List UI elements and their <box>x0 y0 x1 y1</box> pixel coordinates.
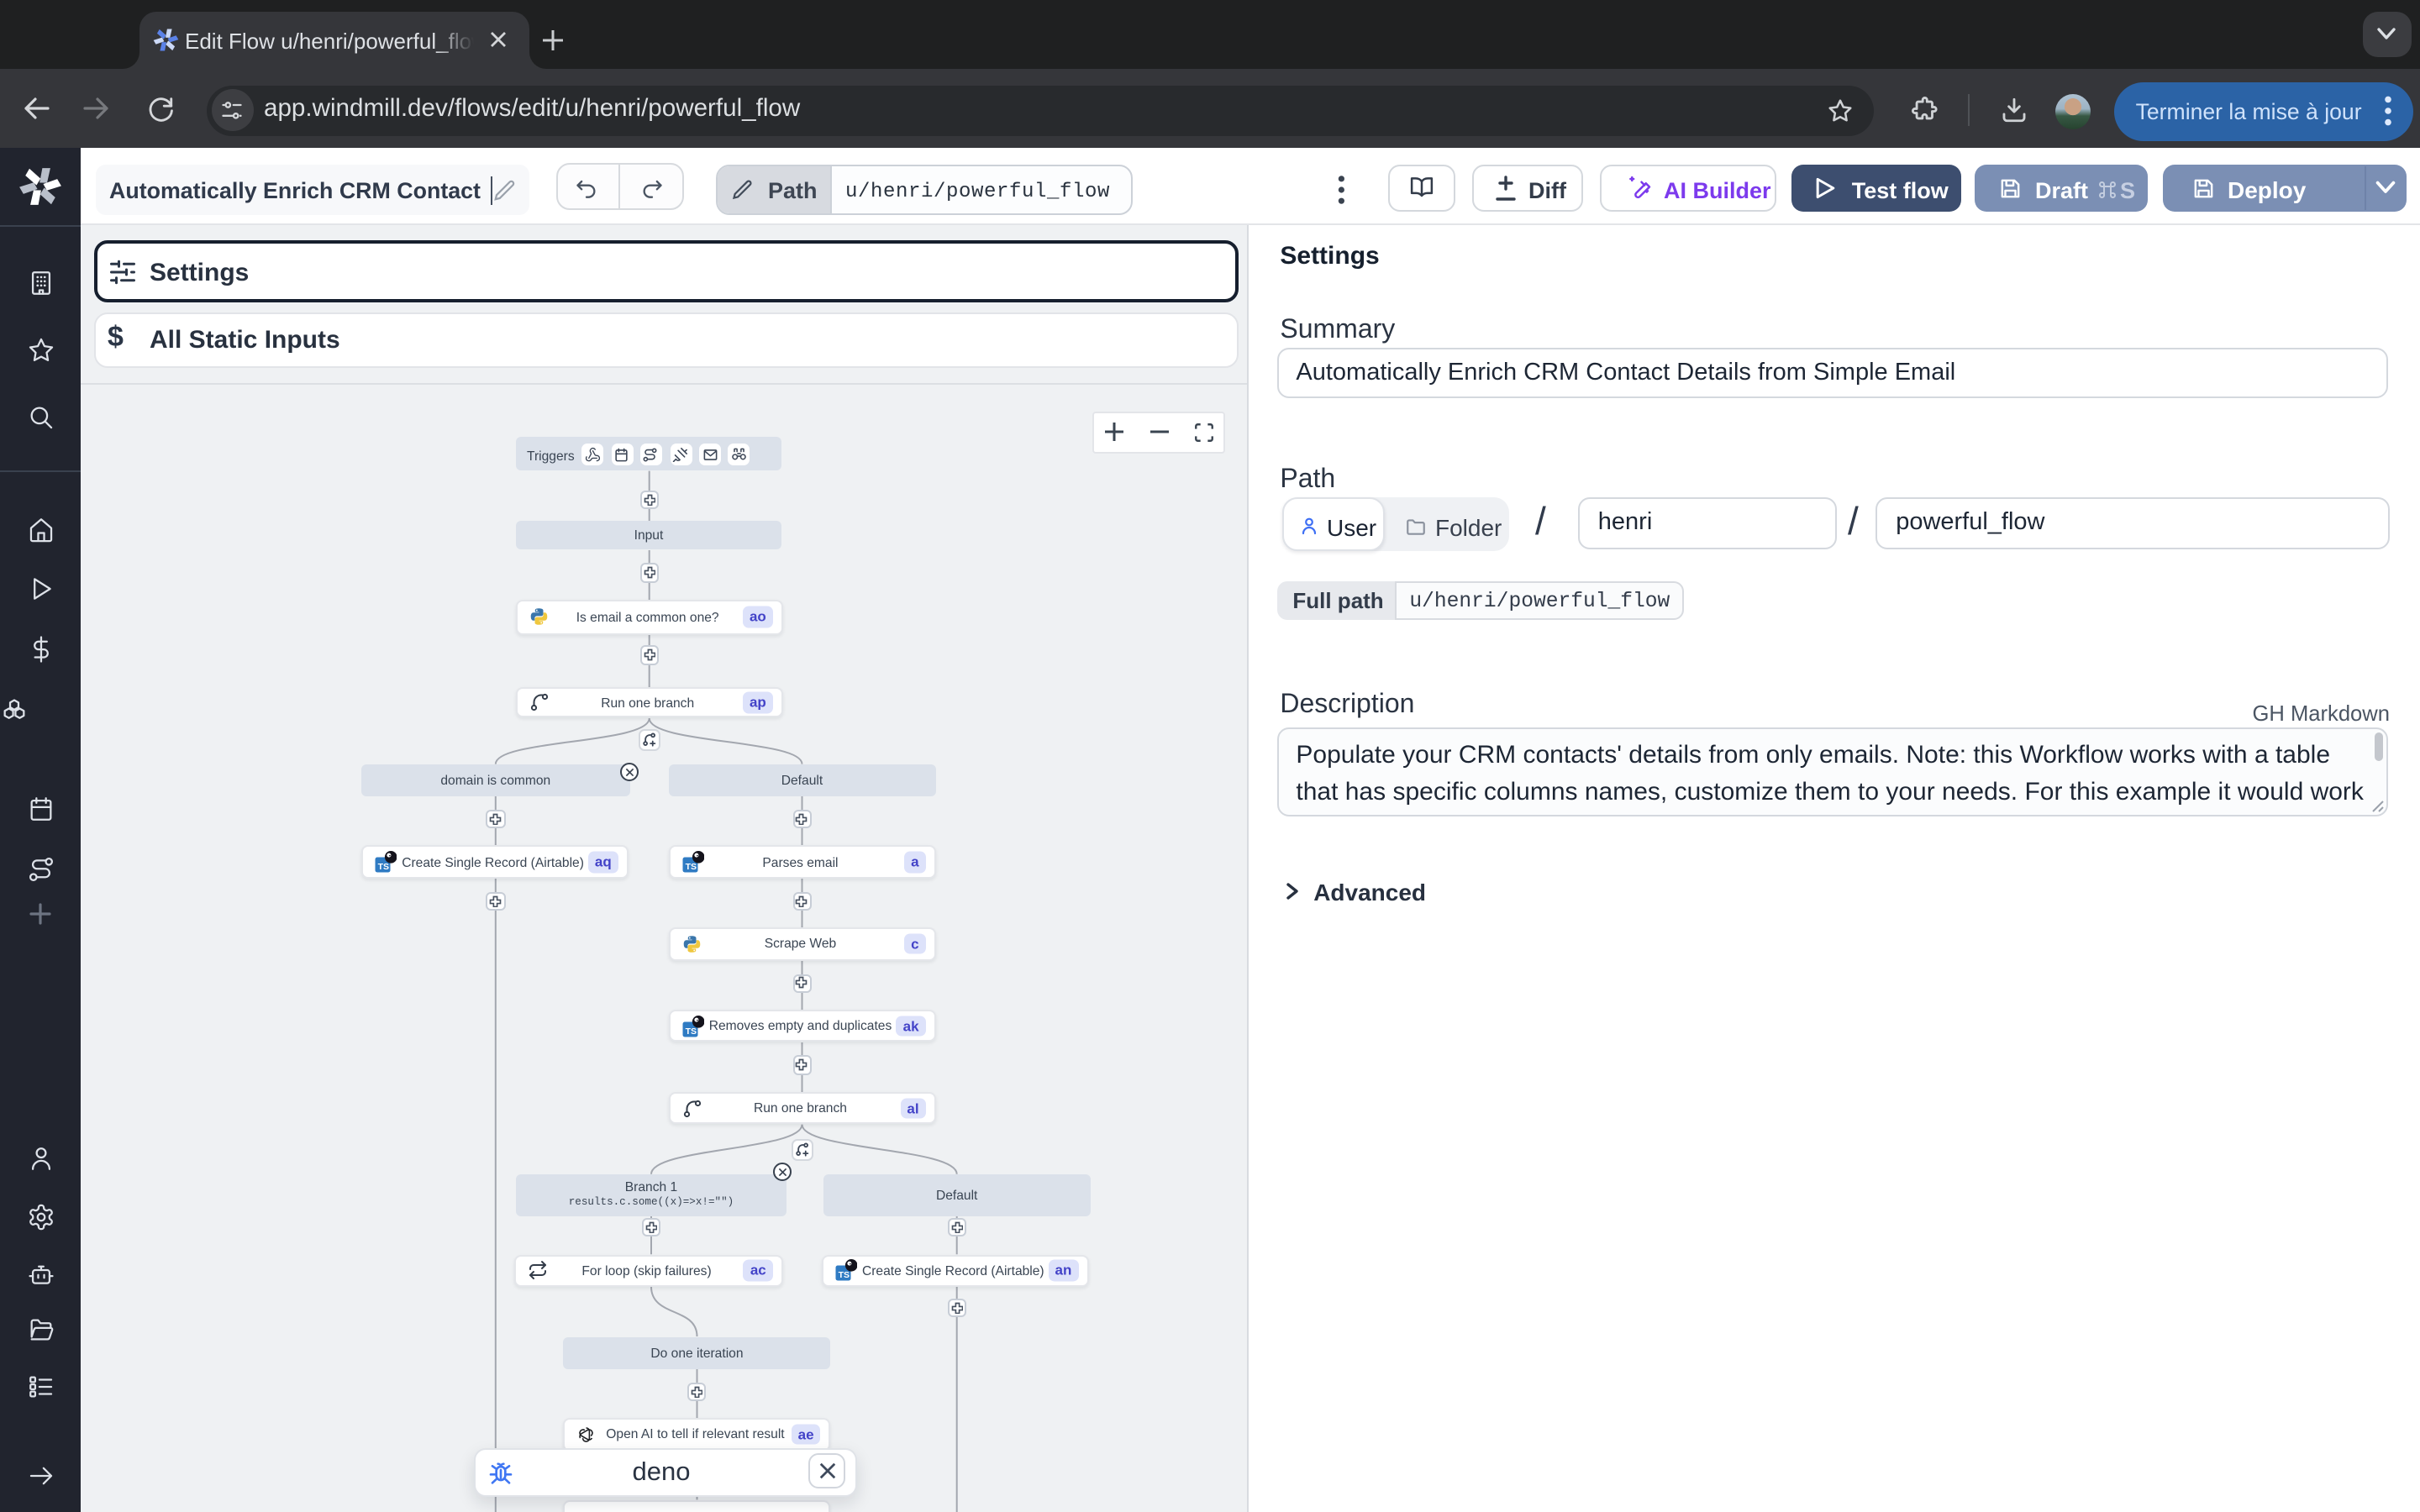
svg-text:TS: TS <box>685 862 696 872</box>
svg-text:TS: TS <box>685 1026 696 1037</box>
svg-text:TS: TS <box>838 1270 849 1280</box>
svg-text:TS: TS <box>377 862 388 872</box>
